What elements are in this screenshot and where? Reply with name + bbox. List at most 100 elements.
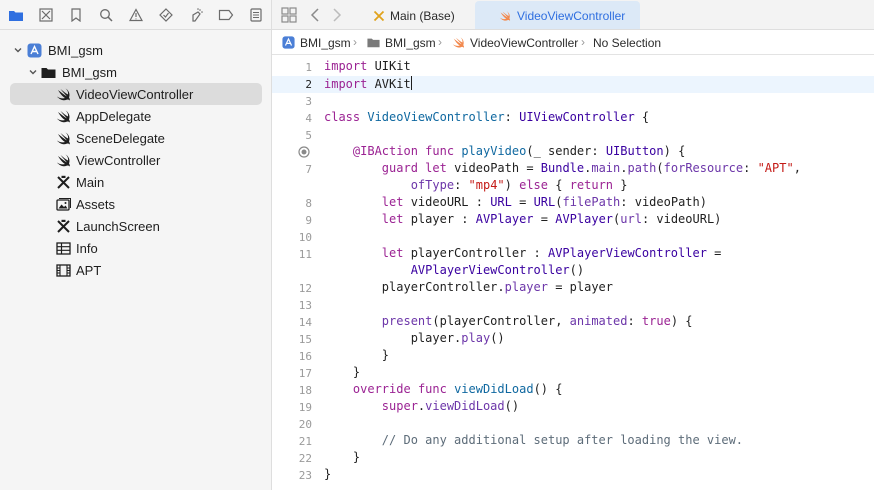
tree-item-label: VideoViewController (76, 87, 194, 102)
tree-item-main[interactable]: Main (10, 171, 262, 193)
code-line: @IBAction func playVideo(_ sender: UIBut… (352, 144, 686, 158)
line-number: 17 (298, 367, 312, 380)
editor-tab-bar: Main (Base) VideoViewController (272, 0, 874, 30)
line-number: 12 (298, 282, 312, 295)
code-line: ofType: "mp4") else { return } (410, 178, 628, 192)
breakpoint-marker-icon[interactable] (298, 146, 310, 158)
tree-item-videoviewcontroller[interactable]: VideoViewController (10, 83, 262, 105)
chevron-right-icon: › (581, 35, 585, 49)
tab-label: Main (Base) (390, 9, 455, 23)
code-line: import UIKit (324, 59, 411, 73)
code-line: } (324, 450, 361, 464)
tree-item-label: Main (76, 175, 105, 190)
jumpbar-project[interactable]: BMI_gsm (300, 36, 351, 50)
code-line: class VideoViewController: UIViewControl… (324, 110, 650, 124)
tree-item-viewcontroller[interactable]: ViewController (10, 149, 262, 171)
line-number: 2 (305, 78, 312, 91)
code-editor[interactable]: 1 2 3 4 5 7 8 9 10 11 12 13 14 15 16 17 … (272, 58, 874, 490)
tree-item-launchscreen[interactable]: LaunchScreen (10, 215, 262, 237)
breakpoint-icon[interactable] (218, 7, 234, 23)
tree-item-scenedelegate[interactable]: SceneDelegate (10, 127, 262, 149)
bookmark-icon[interactable] (68, 7, 84, 23)
code-line: let player : AVPlayer = AVPlayer(url: vi… (381, 212, 722, 226)
code-line: super.viewDidLoad() (381, 399, 520, 413)
code-line: // Do any additional setup after loading… (381, 433, 744, 447)
line-number: 15 (298, 333, 312, 346)
code-line: } (324, 348, 390, 362)
tree-item-apt[interactable]: APT (10, 259, 262, 281)
asset-catalog-icon (56, 197, 71, 211)
code-line: let playerController : AVPlayerViewContr… (381, 246, 722, 260)
find-icon[interactable] (98, 7, 114, 23)
tree-item-label: BMI_gsm (62, 65, 117, 80)
code-line: player.play() (324, 331, 505, 345)
code-line: } (324, 365, 361, 379)
tree-item-label: SceneDelegate (76, 131, 165, 146)
line-number: 13 (298, 299, 312, 312)
code-line: AVPlayerViewController() (410, 263, 585, 277)
jumpbar-file[interactable]: VideoViewController (470, 36, 578, 50)
line-number: 18 (298, 384, 312, 397)
line-number: 8 (305, 197, 312, 210)
debug-spray-icon[interactable] (188, 7, 204, 23)
jumpbar-group[interactable]: BMI_gsm (385, 36, 436, 50)
grid-layout-icon[interactable] (281, 7, 297, 23)
test-diamond-icon[interactable] (158, 7, 174, 23)
tree-item-label: LaunchScreen (76, 219, 160, 234)
chevron-down-icon[interactable] (12, 44, 24, 56)
tree-item-group[interactable]: BMI_gsm (10, 61, 262, 83)
text-caret (410, 76, 412, 90)
issue-warning-icon[interactable] (128, 7, 144, 23)
tree-item-label: Assets (76, 197, 116, 212)
code-line: let videoURL : URL = URL(filePath: video… (381, 195, 707, 209)
code-line: guard let videoPath = Bundle.main.path(f… (381, 161, 801, 175)
line-number: 22 (298, 452, 312, 465)
tab-videoviewcontroller[interactable]: VideoViewController (475, 1, 640, 29)
swift-icon (57, 88, 70, 101)
tree-item-project[interactable]: BMI_gsm (10, 39, 262, 61)
swift-icon (452, 37, 464, 48)
line-number: 19 (298, 401, 312, 414)
code-line: present(playerController, animated: true… (381, 314, 693, 328)
code-line: override func viewDidLoad() { (352, 382, 563, 396)
tree-item-assets[interactable]: Assets (10, 193, 262, 215)
tree-item-appdelegate[interactable]: AppDelegate (10, 105, 262, 127)
line-number: 9 (305, 214, 312, 227)
tree-item-label: APT (76, 263, 102, 278)
line-number: 5 (305, 129, 312, 142)
project-icon (282, 36, 295, 49)
tree-item-label: Info (76, 241, 98, 256)
line-number: 14 (298, 316, 312, 329)
swift-icon (57, 110, 70, 123)
navigator-toolbar (0, 0, 272, 30)
line-number: 11 (298, 248, 312, 261)
report-icon[interactable] (248, 7, 264, 23)
code-line: import AVKit (324, 76, 412, 91)
chevron-right-icon: › (353, 35, 357, 49)
jump-bar: BMI_gsm › BMI_gsm › VideoViewController … (272, 30, 874, 55)
line-number: 23 (298, 469, 312, 482)
storyboard-icon (57, 175, 70, 189)
line-number: 16 (298, 350, 312, 363)
line-number: 1 (305, 61, 312, 74)
jumpbar-symbol[interactable]: No Selection (593, 36, 661, 50)
folder-icon[interactable] (8, 7, 24, 23)
folder-icon (367, 38, 380, 48)
chevron-down-icon[interactable] (27, 66, 39, 78)
tree-item-label: BMI_gsm (48, 43, 103, 58)
swift-icon (499, 11, 511, 21)
navigator-sidebar: BMI_gsm BMI_gsm VideoViewController AppD… (0, 0, 272, 490)
tab-main-base[interactable]: Main (Base) (367, 1, 467, 29)
plist-table-icon (56, 242, 71, 255)
swift-icon (57, 154, 70, 167)
source-control-icon[interactable] (38, 7, 54, 23)
tree-item-label: AppDelegate (76, 109, 152, 124)
tree-item-label: ViewController (76, 153, 161, 168)
tree-item-info[interactable]: Info (10, 237, 262, 259)
code-line: } (324, 467, 332, 481)
back-chevron-icon[interactable] (308, 7, 324, 23)
line-number: 3 (305, 95, 312, 108)
video-film-icon (56, 264, 71, 277)
forward-chevron-icon[interactable] (328, 7, 344, 23)
line-number: 10 (298, 231, 312, 244)
